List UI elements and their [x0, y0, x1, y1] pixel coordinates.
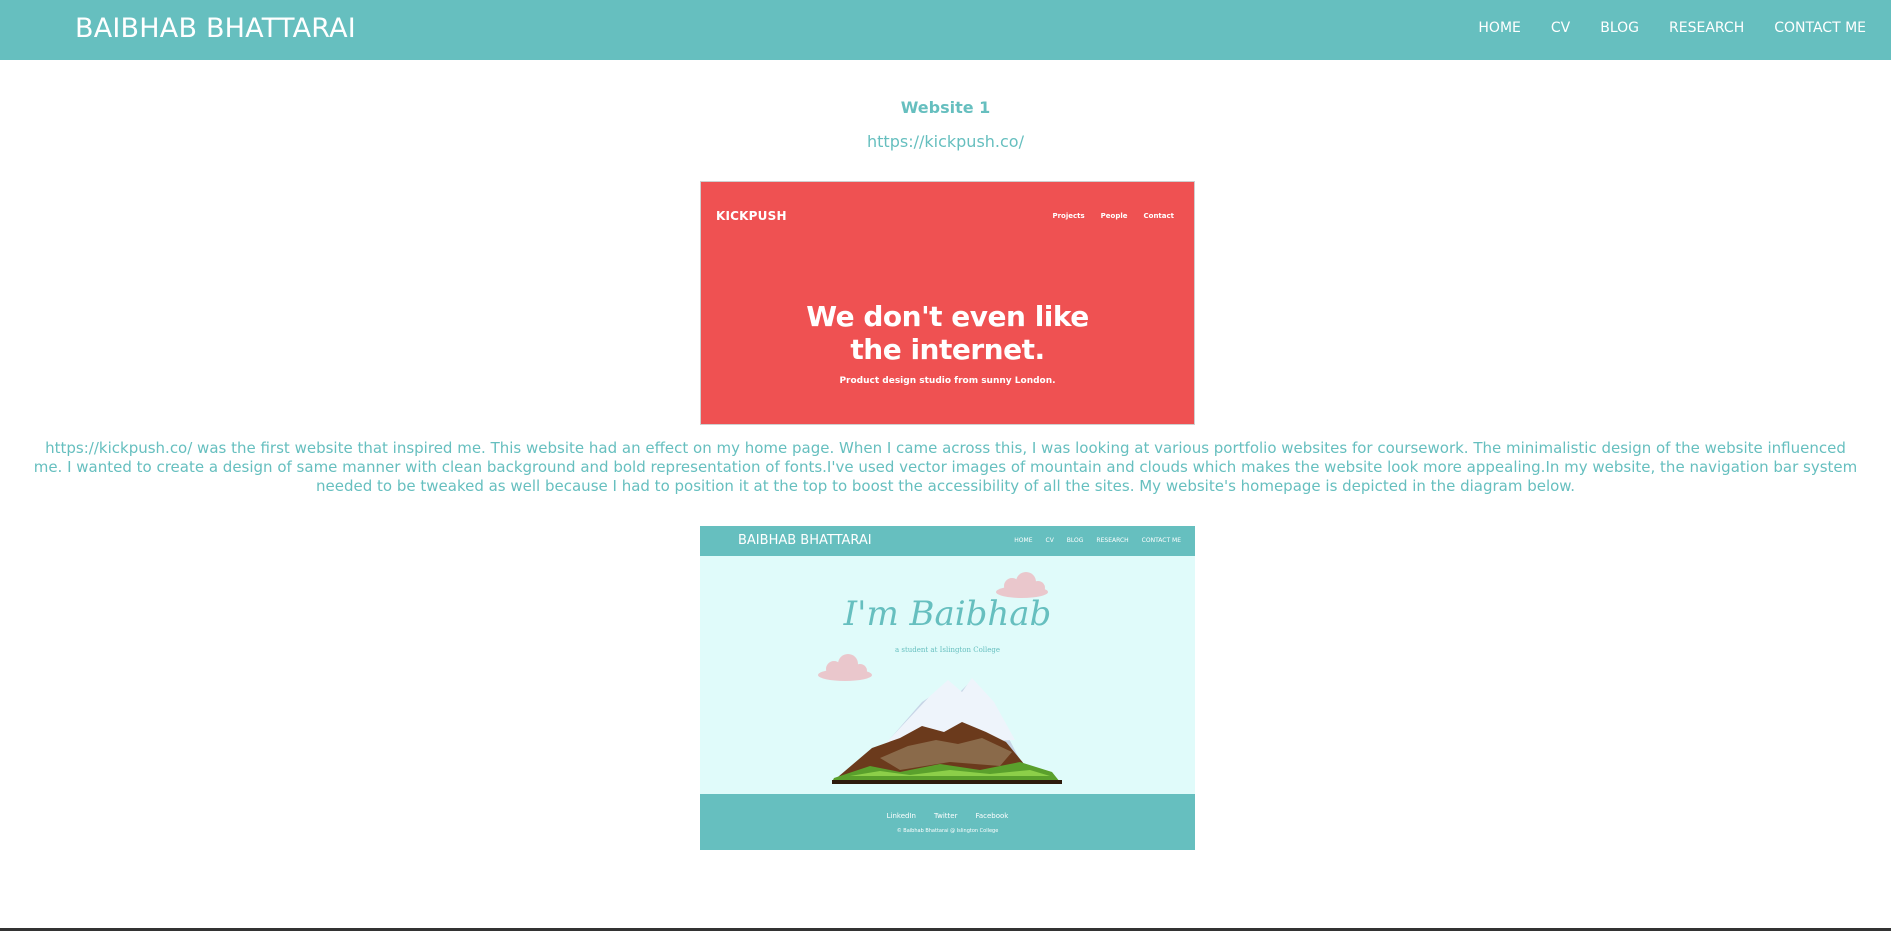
main-nav: HOME CV BLOG RESEARCH CONTACT ME: [1478, 20, 1866, 36]
nav-research-link[interactable]: RESEARCH: [1669, 20, 1744, 36]
kickpush-headline-line1: We don't even like: [806, 300, 1089, 333]
kickpush-nav-contact: Contact: [1143, 212, 1175, 220]
mini-footer-linkedin: LinkedIn: [886, 812, 916, 820]
kickpush-nav-projects: Projects: [1052, 212, 1085, 220]
website-subtitle: Website 1: [900, 98, 991, 117]
mini-footer-facebook: Facebook: [975, 812, 1009, 820]
kickpush-nav-people: People: [1100, 212, 1128, 220]
kickpush-headline-line2: the internet.: [850, 333, 1045, 366]
nav-contact-link[interactable]: CONTACT ME: [1774, 20, 1866, 36]
kickpush-link[interactable]: https://kickpush.co/: [0, 132, 1891, 151]
mini-hero-caption: a student at Islington College: [894, 646, 1001, 654]
top-navbar: BAIBHAB BHATTARAI HOME CV BLOG RESEARCH …: [0, 0, 1891, 60]
description-paragraph: https://kickpush.co/ was the first websi…: [33, 439, 1858, 495]
kickpush-nav: Projects People Contact: [1052, 212, 1174, 220]
kickpush-logo: KICKPUSH: [716, 209, 787, 223]
brand-logo-link[interactable]: BAIBHAB BHATTARAI: [75, 13, 356, 44]
mini-footer-twitter: Twitter: [933, 812, 958, 820]
kickpush-headline: We don't even like the internet.: [701, 300, 1194, 366]
nav-cv-link[interactable]: CV: [1551, 20, 1570, 36]
mini-footer-copyright: © Baibhab Bhattarai @ Islington College: [896, 828, 999, 834]
mini-footer-links: LinkedIn Twitter Facebook: [700, 812, 1195, 820]
mini-hero-title: I'm Baibhab: [843, 594, 1052, 634]
mini-footer: LinkedIn Twitter Facebook © Baibhab Bhat…: [700, 794, 1195, 850]
kickpush-screenshot: KICKPUSH Projects People Contact We don'…: [700, 181, 1195, 425]
nav-blog-link[interactable]: BLOG: [1600, 20, 1639, 36]
kickpush-subline: Product design studio from sunny London.: [839, 376, 1056, 386]
nav-home-link[interactable]: HOME: [1478, 20, 1520, 36]
cloud-icon: [818, 654, 872, 681]
mountain-base: [832, 780, 1062, 784]
homepage-screenshot: BAIBHAB BHATTARAI HOME CV BLOG RESEARCH …: [700, 526, 1195, 850]
